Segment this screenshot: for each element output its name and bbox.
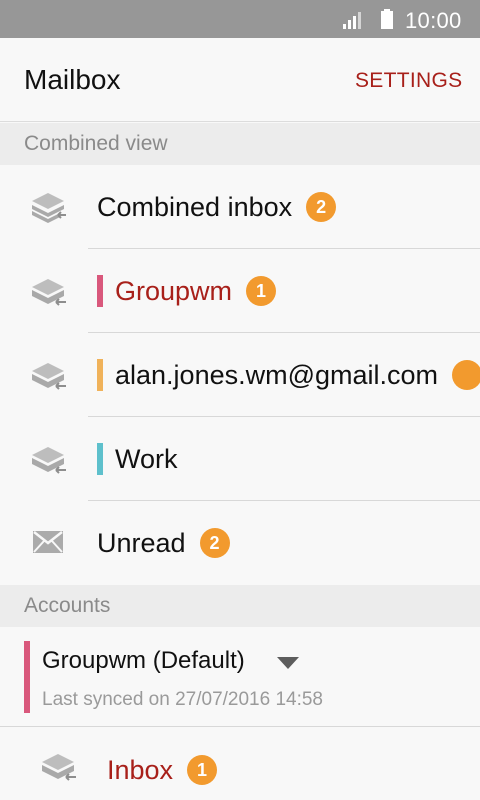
section-header-accounts: Accounts: [0, 585, 480, 627]
mail-stack-icon: [32, 279, 66, 306]
account-name: Groupwm (Default): [42, 647, 245, 674]
list-item-label: Groupwm: [115, 275, 233, 306]
account-color-bar: [97, 443, 103, 475]
status-bar: 10:00: [0, 0, 480, 38]
list-item-label: Combined inbox: [97, 191, 293, 222]
list-item-work[interactable]: Work: [0, 417, 480, 501]
account-groupwm[interactable]: Groupwm (Default) Last synced on 27/07/2…: [0, 627, 480, 727]
status-time: 10:00: [405, 8, 462, 33]
unread-count-badge: 1: [246, 276, 277, 306]
list-item-label: Work: [115, 443, 178, 474]
battery-icon: [381, 9, 393, 29]
page-title: Mailbox: [24, 64, 121, 95]
unread-count-badge: [452, 360, 480, 390]
account-color-bar: [24, 641, 30, 713]
last-synced-text: Last synced on 27/07/2016 14:58: [42, 689, 324, 710]
list-item-groupwm[interactable]: Groupwm 1: [0, 249, 480, 333]
unread-count-badge: 2: [199, 528, 230, 558]
unread-count-badge: 1: [187, 755, 218, 785]
account-color-bar: [97, 275, 103, 307]
signal-icon: [343, 12, 361, 29]
list-item-label: Unread: [97, 527, 186, 558]
settings-button[interactable]: SETTINGS: [355, 69, 462, 93]
section-header-combined-view: Combined view: [0, 123, 480, 165]
envelope-icon: [33, 531, 63, 553]
mail-stack-icon: [32, 447, 66, 474]
list-item-gmail-account[interactable]: alan.jones.wm@gmail.com: [0, 333, 480, 417]
list-item-unread[interactable]: Unread 2: [0, 501, 480, 585]
account-color-bar: [97, 359, 103, 391]
mail-stack-icon: [32, 193, 66, 223]
dropdown-arrow-icon[interactable]: [277, 657, 299, 669]
list-item-combined-inbox[interactable]: Combined inbox 2: [0, 165, 480, 249]
unread-count-badge: 2: [306, 192, 337, 222]
list-item-label: alan.jones.wm@gmail.com: [115, 359, 439, 390]
list-item-account-inbox[interactable]: Inbox 1: [0, 728, 480, 800]
mail-stack-icon: [42, 754, 76, 781]
mail-stack-icon: [32, 363, 66, 390]
list-item-label: Inbox: [107, 754, 174, 785]
app-bar: Mailbox SETTINGS: [0, 38, 480, 122]
